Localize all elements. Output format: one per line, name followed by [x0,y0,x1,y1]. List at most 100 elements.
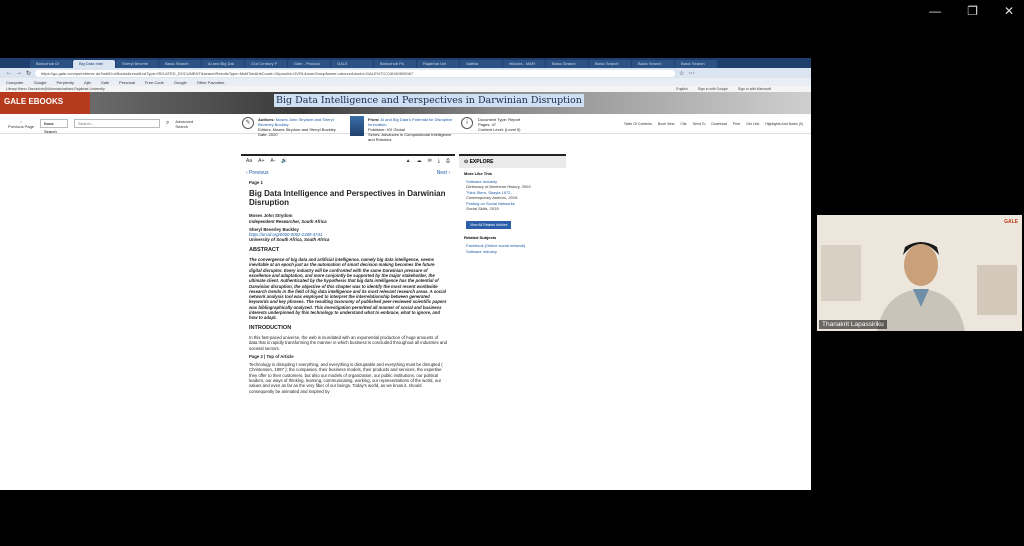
document-tools: Table Of Contents Book View Cite Send To Dow… [624,122,803,126]
bookmark-item[interactable]: Google [174,80,187,85]
window-controls: — ❐ ✕ [929,4,1014,18]
explore-panel: ⊙ EXPLORE More Like This Software Indust… [459,154,566,334]
browser-tab[interactable]: AI and Big Dat [202,60,244,68]
tool-highlights-and-notes-0[interactable]: Highlights And Notes (0) [765,122,803,126]
abstract-heading: ABSTRACT [249,246,280,253]
article-panel: Aa A+ A- 🔊 ▲ ☁ ✉ ⤓ ⎙ ‹ Previous Next › P… [241,154,455,434]
source-block: From: AI and Big Data's Potential for Di… [368,117,453,142]
page-label: Page 1 [249,180,263,185]
previous-link[interactable]: ‹ Previous [246,170,269,176]
email-icon[interactable]: ✉ [428,158,432,164]
book-cover[interactable] [350,116,364,136]
browser-tab[interactable]: 21st Century F [245,60,287,68]
font-decrease-button[interactable]: A- [270,158,275,164]
document-info: Document Type: Report Pages: 47 Content … [478,117,521,132]
font-size-button[interactable]: Aa [246,158,252,164]
refresh-icon[interactable]: ↻ [26,70,31,77]
article-pagination: ‹ Previous Next › [241,166,455,180]
bookmark-item[interactable]: Perplexity [56,80,74,85]
search-icon[interactable]: ⌕ [166,120,169,127]
source-link[interactable]: AI and Big Data's Potential for Disrupti… [368,117,452,127]
browser-tab[interactable]: Sheryl Beverle [116,60,158,68]
gale-logo: GALE [1004,219,1018,225]
bookmark-item[interactable]: Free Code [145,80,164,85]
introduction-heading: INTRODUCTION [249,324,292,331]
bookmark-item[interactable]: Computer [6,80,24,85]
tool-get-link[interactable]: Get Link [746,122,759,126]
document-title: Big Data Intelligence and Perspectives i… [274,94,584,107]
tool-book-view[interactable]: Book View [658,122,674,126]
browser-tab[interactable]: GALE [331,60,373,68]
browser-tab[interactable]: Big Data Intel [73,60,115,68]
print-icon[interactable]: ⎙ [446,158,450,164]
search-type-select[interactable]: Basic Search [40,119,68,134]
bookmark-item[interactable]: Ajib [84,80,91,85]
browser-tab[interactable]: Banuchob Gr [30,60,72,68]
advanced-search-link[interactable]: Advanced Search [175,119,195,129]
introduction-text: In this fast-paced universe, the web is … [249,334,448,351]
tool-table-of-contents[interactable]: Table Of Contents [624,122,652,126]
tool-download[interactable]: Download [711,122,727,126]
related-article[interactable]: Third-Stern, Shayla 1972- Contemporary Au… [459,190,566,201]
google-drive-icon[interactable]: ▲ [406,158,411,164]
abstract-text: The convergence of big data and artifici… [249,257,447,321]
next-link[interactable]: Next › [437,170,450,176]
article-toolbar: Aa A+ A- 🔊 ▲ ☁ ✉ ⤓ ⎙ [241,156,455,166]
browser-tab[interactable]: Basic Search [632,60,674,68]
related-subjects-heading: Related Subjects [464,234,497,240]
bookmark-item[interactable]: Gale [101,80,109,85]
font-increase-button[interactable]: A+ [258,158,264,164]
related-article[interactable]: Software Industry Dictionary of American … [459,179,566,190]
download-icon[interactable]: ⤓ [438,158,440,164]
view-all-related-button[interactable]: View All Related Articles [466,220,512,229]
bookmark-item[interactable]: Other Favorites [197,80,225,85]
forward-icon[interactable]: → [16,70,22,76]
browser-tab[interactable]: Gale - Product [288,60,330,68]
browser-tab[interactable]: Basic Search [159,60,201,68]
extensions-icon[interactable]: ⋯ [688,70,694,77]
star-icon[interactable]: ☆ [679,70,684,77]
authors-block: Authors: Moses John Strydom and Sheryl B… [258,117,336,137]
browser-tab[interactable]: Rajabhat Uni [417,60,459,68]
gale-ebooks-logo[interactable]: GALE EBOOKS [4,97,63,106]
close-button[interactable]: ✕ [1004,4,1014,18]
body-text: Technology is disrupting t everything, a… [249,362,443,394]
browser-toolbar: ← → ↻ https://go.gale.com/ps/retrieve.do… [0,68,811,78]
browser-tab-bar: Banuchob Gr Big Data Intel Sheryl Beverle B… [0,58,811,68]
browser-tab[interactable]: Basic Search [546,60,588,68]
browser-tab[interactable]: Sathila [460,60,502,68]
back-icon[interactable]: ← [6,70,12,76]
explore-heading: ⊙ EXPLORE [459,156,566,168]
search-input[interactable]: Search... [74,119,160,128]
address-bar[interactable]: https://go.gale.com/ps/retrieve.do?tabID… [35,69,676,77]
article-heading: Big Data Intelligence and Perspectives i… [249,189,446,208]
participant-name: Thanakrit Lapassiriku [819,320,887,329]
more-like-this-heading: More Like This [464,171,493,176]
author-affiliation: University of South Africa, South Africa [249,237,330,243]
info-icon: i [461,117,473,129]
browser-tab[interactable]: Basic Search [675,60,717,68]
related-subject[interactable]: Software industry [459,249,566,256]
related-subject[interactable]: Facebook (Online social network) [459,243,566,250]
maximize-button[interactable]: ❐ [967,4,978,18]
onedrive-icon[interactable]: ☁ [417,158,422,164]
presenter-video [817,215,1022,331]
webcam-feed: GALE Thanakrit Lapassiriku [817,215,1022,331]
browser-tab[interactable]: eBooks - MAFI [503,60,545,68]
bookmark-item[interactable]: Personal [119,80,135,85]
bookmarks-bar: Computer Google Perplexity Ajib Gale Personal… [0,78,811,86]
author-affiliation: Independent Researcher, South Africa [249,218,327,224]
previous-page-button[interactable]: ‹ Previous Page [8,119,34,129]
tool-cite[interactable]: Cite [680,122,686,126]
minimize-button[interactable]: — [929,4,941,18]
page-2-label: Page 2 | Top of Article [249,353,294,359]
listen-icon[interactable]: 🔊 [281,158,287,164]
related-article[interactable]: Posting on Social Networks Social Skills,… [459,201,566,212]
pen-icon: ✎ [242,117,254,129]
bookmark-item[interactable]: Google [34,80,47,85]
browser-tab[interactable]: Banuchob Po [374,60,416,68]
article-body: Page 1 Big Data Intelligence and Perspec… [241,180,455,394]
tool-print[interactable]: Print [733,122,740,126]
tool-send-to[interactable]: Send To [693,122,706,126]
browser-tab[interactable]: Basic Search [589,60,631,68]
